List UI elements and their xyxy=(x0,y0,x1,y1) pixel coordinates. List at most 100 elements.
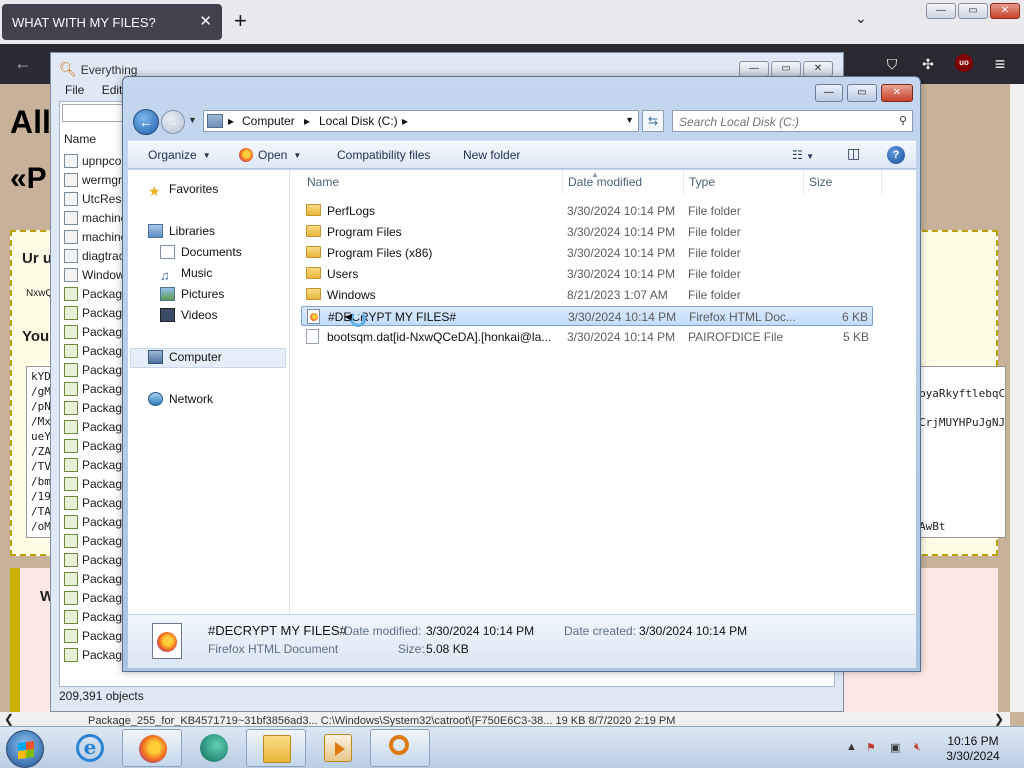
explorer-maximize-button[interactable]: ▭ xyxy=(847,84,877,102)
result-row[interactable]: Package xyxy=(64,382,129,401)
result-row[interactable]: machine xyxy=(64,230,127,249)
result-row[interactable]: UtcReso xyxy=(64,192,128,211)
breadcrumb-separator[interactable]: ▸ xyxy=(228,114,234,128)
column-divider[interactable] xyxy=(683,170,684,194)
result-row[interactable]: Package xyxy=(64,572,129,591)
result-row[interactable]: Package xyxy=(64,363,129,382)
browser-close-button[interactable]: ✕ xyxy=(990,3,1020,19)
scroll-left-icon[interactable]: ❮ xyxy=(4,712,14,726)
search-input[interactable] xyxy=(679,114,884,129)
column-header-type[interactable]: Type xyxy=(689,175,715,189)
nav-documents[interactable]: Documents xyxy=(160,245,242,263)
open-button[interactable]: Open ▼ xyxy=(239,148,301,162)
nav-network[interactable]: Network xyxy=(148,392,213,410)
compatibility-files-button[interactable]: Compatibility files xyxy=(337,148,430,162)
ublock-icon[interactable]: uo xyxy=(955,54,973,72)
result-row[interactable]: upnpco xyxy=(64,154,121,173)
nav-music[interactable]: ♫ Music xyxy=(160,266,212,284)
result-row[interactable]: Package xyxy=(64,610,129,629)
result-row[interactable]: Package xyxy=(64,515,129,534)
back-arrow-icon[interactable]: ← xyxy=(14,53,32,74)
taskbar-everything[interactable] xyxy=(370,729,430,767)
column-name[interactable]: Name xyxy=(64,132,96,146)
menu-file[interactable]: File xyxy=(65,83,84,97)
start-button[interactable] xyxy=(6,730,44,768)
result-row[interactable]: Package xyxy=(64,287,129,306)
browser-tab-active[interactable]: WHAT WITH MY FILES? ✕ xyxy=(2,4,222,40)
forward-button[interactable]: → xyxy=(161,110,185,134)
file-row[interactable]: PerfLogs 3/30/2024 10:14 PM File folder xyxy=(301,201,873,221)
everything-minimize-button[interactable]: — xyxy=(739,61,769,77)
breadcrumb-separator[interactable]: ▸ xyxy=(304,114,310,128)
list-all-tabs-icon[interactable]: ⌄ xyxy=(855,10,867,27)
result-row[interactable]: Package xyxy=(64,401,129,420)
everything-close-button[interactable]: ✕ xyxy=(803,61,833,77)
tab-close-icon[interactable]: ✕ xyxy=(199,12,212,30)
file-row[interactable]: bootsqm.dat[id-NxwQCeDA].[honkai@la... 3/… xyxy=(301,327,873,347)
organize-button[interactable]: Organize ▼ xyxy=(148,148,211,162)
view-options-icon[interactable]: ☷ ▼ xyxy=(792,148,814,162)
result-row[interactable]: Package xyxy=(64,629,129,648)
result-row[interactable]: Package xyxy=(64,648,129,667)
preview-pane-icon[interactable]: ◫ xyxy=(847,145,860,162)
system-clock[interactable]: 10:16 PM 3/30/2024 xyxy=(930,734,1016,764)
column-divider[interactable] xyxy=(562,170,563,194)
everything-maximize-button[interactable]: ▭ xyxy=(771,61,801,77)
result-row[interactable]: Package xyxy=(64,306,129,325)
refresh-button[interactable]: ⇆ xyxy=(642,110,664,132)
nav-favorites[interactable]: ★ Favorites xyxy=(148,182,218,200)
taskbar-firefox[interactable] xyxy=(122,729,182,767)
menu-edit[interactable]: Edit xyxy=(102,83,123,97)
column-header-size[interactable]: Size xyxy=(809,175,832,189)
result-row[interactable]: Package xyxy=(64,591,129,610)
result-row[interactable]: Package xyxy=(64,477,129,496)
result-row[interactable]: Package xyxy=(64,553,129,572)
search-icon[interactable]: ⚲ xyxy=(899,114,907,127)
result-row[interactable]: Package xyxy=(64,496,129,515)
network-tray-icon[interactable]: ▣ xyxy=(890,741,900,754)
nav-videos[interactable]: Videos xyxy=(160,308,217,326)
result-row[interactable]: Package xyxy=(64,325,129,344)
show-hidden-icons-icon[interactable]: ▲ xyxy=(846,741,857,753)
address-dropdown-icon[interactable]: ▼ xyxy=(625,115,634,125)
menu-icon[interactable]: ≡ xyxy=(990,54,1010,74)
file-row[interactable]: Program Files 3/30/2024 10:14 PM File fold… xyxy=(301,222,873,242)
nav-libraries[interactable]: Libraries xyxy=(148,224,215,242)
file-row[interactable]: Program Files (x86) 3/30/2024 10:14 PM Fil… xyxy=(301,243,873,263)
new-tab-button[interactable]: + xyxy=(234,8,247,34)
search-box[interactable]: ⚲ xyxy=(672,110,913,132)
new-folder-button[interactable]: New folder xyxy=(463,148,520,162)
help-icon[interactable]: ? xyxy=(887,146,905,164)
everything-search-input[interactable] xyxy=(62,104,128,122)
result-row[interactable]: Package xyxy=(64,534,129,553)
result-row[interactable]: wermgr xyxy=(64,173,122,192)
column-divider[interactable] xyxy=(881,170,882,194)
taskbar-media-player[interactable] xyxy=(308,729,368,767)
browser-minimize-button[interactable]: — xyxy=(926,3,956,19)
recent-pages-icon[interactable]: ▼ xyxy=(188,115,197,125)
column-header-name[interactable]: Name xyxy=(307,175,339,189)
volume-muted-icon[interactable]: 🔇︎ xyxy=(914,741,921,754)
page-vertical-scrollbar[interactable] xyxy=(1010,84,1024,712)
taskbar-internet-explorer[interactable]: e xyxy=(60,729,120,767)
result-row[interactable]: Window xyxy=(64,268,125,287)
address-bar[interactable]: ▸ Computer ▸ Local Disk (C:) ▸ ▼ xyxy=(203,110,639,132)
result-row[interactable]: machine xyxy=(64,211,127,230)
breadcrumb-local-disk[interactable]: Local Disk (C:) xyxy=(319,114,398,128)
scroll-right-icon[interactable]: ❯ xyxy=(994,712,1004,726)
nav-pictures[interactable]: Pictures xyxy=(160,287,224,305)
file-row[interactable]: #DECRYPT MY FILES# 3/30/2024 10:14 PM Fire… xyxy=(301,306,873,326)
file-row[interactable]: Users 3/30/2024 10:14 PM File folder xyxy=(301,264,873,284)
explorer-close-button[interactable]: ✕ xyxy=(881,84,913,102)
result-row[interactable]: Package xyxy=(64,344,129,363)
taskbar-app[interactable] xyxy=(184,729,244,767)
result-row[interactable]: Package xyxy=(64,420,129,439)
result-row[interactable]: diagtrac xyxy=(64,249,125,268)
breadcrumb-separator[interactable]: ▸ xyxy=(402,114,408,128)
column-divider[interactable] xyxy=(803,170,804,194)
taskbar-file-explorer[interactable] xyxy=(246,729,306,767)
back-button[interactable]: ← xyxy=(133,109,159,135)
explorer-minimize-button[interactable]: — xyxy=(815,84,843,102)
extensions-icon[interactable]: ✣ xyxy=(918,54,938,74)
pocket-icon[interactable]: ⛉ xyxy=(882,54,902,74)
